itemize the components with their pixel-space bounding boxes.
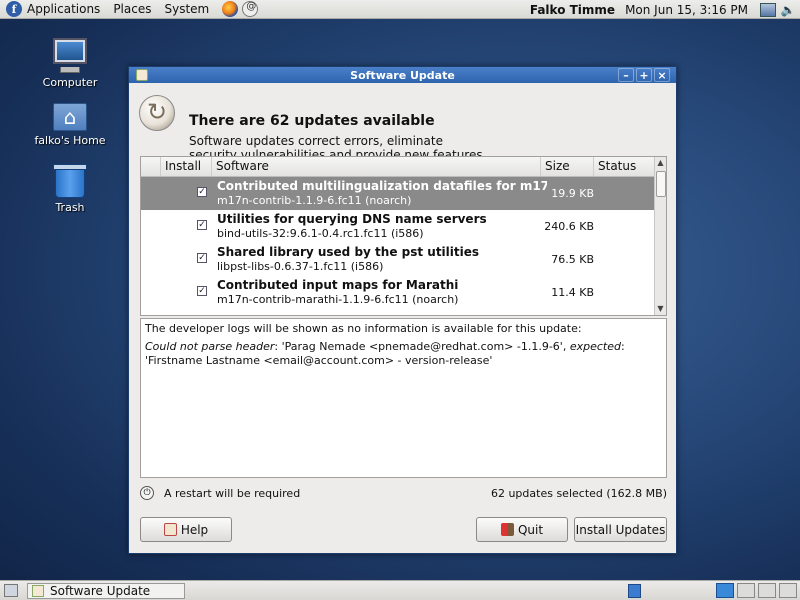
update-row[interactable]: ✓ Contributed input maps for Marathi m17… (141, 276, 666, 309)
update-header: There are 62 updates available Software … (129, 83, 676, 167)
update-row[interactable]: ✓ Contributed multilingualization datafi… (141, 177, 666, 210)
update-list: Install Software Size Status ✓ Contribut… (140, 156, 667, 316)
quit-button-label: Quit (517, 522, 544, 537)
column-spacer (141, 157, 161, 176)
update-size: 76.5 KB (551, 253, 594, 266)
network-icon[interactable] (760, 2, 776, 17)
scroll-thumb[interactable] (656, 171, 666, 197)
top-right-area: Falko Timme Mon Jun 15, 3:16 PM 🔈 (530, 0, 800, 19)
scroll-down-icon[interactable]: ▼ (655, 303, 666, 315)
firefox-icon[interactable] (222, 1, 239, 17)
workspace-2[interactable] (737, 583, 755, 598)
panel-trash-icon[interactable] (628, 584, 641, 598)
install-updates-button[interactable]: Install Updates (574, 517, 667, 542)
update-row[interactable]: ✓ Shared library used by the pst utiliti… (141, 243, 666, 276)
column-status[interactable]: Status (594, 157, 653, 176)
log-message: Could not parse header: 'Parag Nemade <p… (145, 340, 662, 368)
install-checkbox[interactable]: ✓ (197, 286, 207, 296)
close-icon[interactable]: × (654, 68, 670, 82)
minimize-icon[interactable]: – (618, 68, 634, 82)
menu-places[interactable]: Places (113, 2, 151, 16)
workspace-1[interactable] (716, 583, 734, 598)
window-titlebar[interactable]: Software Update – + × (129, 67, 676, 83)
update-info: Utilities for querying DNS name servers … (217, 212, 547, 241)
update-name: Contributed multilingualization datafile… (217, 179, 547, 193)
update-size: 240.6 KB (544, 220, 594, 233)
mail-icon[interactable] (242, 1, 259, 17)
window-controls: – + × (616, 68, 670, 82)
task-label: Software Update (50, 584, 151, 598)
desktop-label-computer: Computer (42, 76, 98, 89)
help-button[interactable]: Help (140, 517, 232, 542)
username[interactable]: Falko Timme (530, 3, 615, 17)
update-name: Contributed input maps for Marathi (217, 278, 459, 292)
quit-button[interactable]: Quit (476, 517, 568, 542)
log-label-expected: expected (569, 340, 621, 353)
workspace-3[interactable] (758, 583, 776, 598)
install-checkbox[interactable]: ✓ (197, 253, 207, 263)
taskbar-software-update[interactable]: Software Update (27, 583, 185, 599)
bottom-panel: Software Update (0, 580, 800, 600)
desktop-icon-computer[interactable]: Computer (28, 38, 112, 89)
install-checkbox[interactable]: ✓ (197, 220, 207, 230)
scroll-up-icon[interactable]: ▲ (655, 157, 666, 169)
volume-icon[interactable]: 🔈 (780, 3, 796, 17)
update-details[interactable]: The developer logs will be shown as no i… (140, 318, 667, 478)
install-checkbox[interactable]: ✓ (197, 187, 207, 197)
restart-icon: ⏻ (140, 486, 154, 500)
update-package: libpst-libs-0.6.37-1.fc11 (i586) (217, 260, 384, 273)
show-desktop-icon[interactable] (4, 584, 18, 597)
list-scrollbar[interactable]: ▲ ▼ (654, 157, 666, 315)
list-header: Install Software Size Status (141, 157, 666, 177)
help-button-label: Help (180, 522, 209, 537)
update-size: 11.4 KB (551, 286, 594, 299)
update-name: Shared library used by the pst utilities (217, 245, 480, 259)
column-install[interactable]: Install (161, 157, 212, 176)
help-icon (163, 523, 177, 536)
status-row: ⏻ A restart will be required 62 updates … (140, 486, 667, 501)
desktop-label-trash: Trash (55, 201, 85, 214)
install-button-label: Install Updates (575, 522, 666, 537)
log-text-header: : 'Parag Nemade <pnemade@redhat.com> -1.… (274, 340, 570, 353)
maximize-icon[interactable]: + (636, 68, 652, 82)
update-row[interactable]: ✓ Utilities for querying DNS name server… (141, 210, 666, 243)
update-size: 19.9 KB (551, 187, 594, 200)
update-info: Contributed multilingualization datafile… (217, 179, 547, 208)
computer-icon (53, 38, 87, 64)
menu-applications[interactable]: Applications (27, 2, 100, 16)
update-package: bind-utils-32:9.6.1-0.4.rc1.fc11 (i586) (217, 227, 424, 240)
update-info: Contributed input maps for Marathi m17n-… (217, 278, 547, 307)
quit-icon (500, 523, 514, 536)
trash-icon (53, 164, 87, 198)
selected-summary: 62 updates selected (162.8 MB) (490, 487, 667, 500)
log-intro: The developer logs will be shown as no i… (145, 322, 582, 335)
log-label-parse: Could not parse header (145, 340, 275, 353)
desktop-icon-trash[interactable]: Trash (28, 164, 112, 214)
update-info: Shared library used by the pst utilities… (217, 245, 547, 274)
column-size[interactable]: Size (541, 157, 594, 176)
computer-stand (60, 67, 80, 73)
restart-notice: A restart will be required (164, 487, 301, 500)
column-software[interactable]: Software (212, 157, 541, 176)
home-folder-icon (53, 103, 87, 131)
fedora-logo-icon[interactable]: f (6, 1, 22, 17)
update-package: m17n-contrib-1.1.9-6.fc11 (noarch) (217, 194, 412, 207)
menu-system[interactable]: System (164, 2, 209, 16)
top-panel: f Applications Places System Falko Timme… (0, 0, 800, 19)
software-update-window: Software Update – + × There are 62 updat… (128, 66, 677, 554)
task-app-icon (32, 585, 44, 597)
update-name: Utilities for querying DNS name servers (217, 212, 487, 226)
updates-available-title: There are 62 updates available (189, 113, 435, 129)
update-package: m17n-contrib-marathi-1.1.9-6.fc11 (noarc… (217, 293, 459, 306)
update-icon (139, 95, 175, 131)
window-title: Software Update (350, 68, 455, 82)
desktop-icon-home[interactable]: falko's Home (28, 103, 112, 147)
workspace-4[interactable] (779, 583, 797, 598)
window-app-icon[interactable] (136, 69, 148, 81)
desktop-label-home: falko's Home (34, 134, 106, 147)
clock[interactable]: Mon Jun 15, 3:16 PM (625, 3, 748, 17)
